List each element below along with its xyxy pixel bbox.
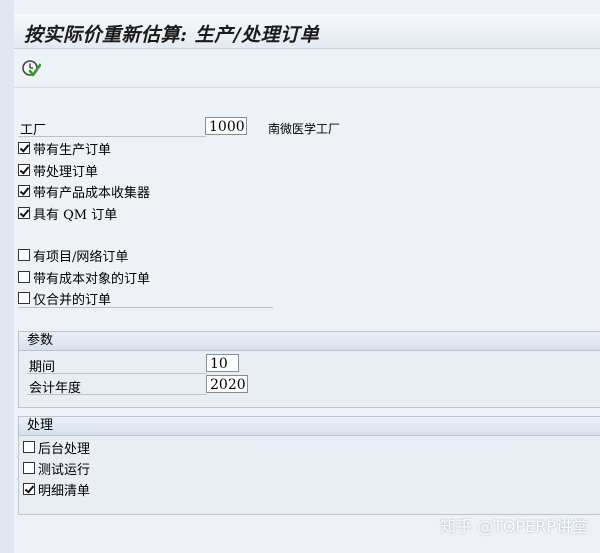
- checkbox-label: 仅合并的订单: [33, 292, 112, 308]
- checkbox-background-processing[interactable]: 后台处理: [23, 438, 91, 457]
- checkbox-icon[interactable]: [18, 142, 30, 154]
- checkbox-icon[interactable]: [18, 271, 30, 283]
- parameters-group-title: 参数: [19, 332, 600, 351]
- checkbox-icon[interactable]: [23, 441, 35, 453]
- watermark: 知乎 @TOPERP讲堂: [440, 517, 588, 536]
- checkbox-test-run[interactable]: 测试运行: [23, 459, 91, 478]
- toolbar: [14, 49, 600, 88]
- checkbox-project-network-orders[interactable]: 有项目/网络订单: [18, 246, 129, 265]
- checkbox-label: 带有产品成本收集器: [33, 185, 151, 201]
- checkbox-icon[interactable]: [18, 185, 30, 197]
- checkbox-qm-orders[interactable]: 具有 QM 订单: [18, 204, 118, 223]
- checkbox-icon[interactable]: [18, 292, 30, 304]
- checkbox-label: 带有成本对象的订单: [33, 271, 151, 287]
- fiscal-year-input[interactable]: 2020: [206, 375, 248, 393]
- period-label-line: [27, 373, 207, 374]
- checkbox-label: 有项目/网络订单: [33, 249, 129, 265]
- parameters-group: 参数 期间 10 会计年度 2020: [18, 331, 600, 408]
- plant-label-line: [18, 136, 206, 137]
- fiscal-year-label-line: [27, 394, 207, 395]
- period-input[interactable]: 10: [206, 354, 239, 372]
- checkbox-product-cost-collectors[interactable]: 带有产品成本收集器: [18, 182, 151, 201]
- checkbox-icon[interactable]: [18, 207, 30, 219]
- checkbox-cost-object-orders[interactable]: 带有成本对象的订单: [18, 268, 151, 287]
- plant-input[interactable]: 1000: [205, 117, 247, 135]
- divider: [18, 307, 273, 308]
- processing-group: 处理 后台处理 测试运行 明细清单: [18, 416, 600, 515]
- checkbox-icon[interactable]: [18, 249, 30, 261]
- checkbox-label: 带处理订单: [33, 164, 99, 180]
- checkbox-label: 测试运行: [38, 462, 91, 478]
- checkbox-process-orders[interactable]: 带处理订单: [18, 161, 99, 180]
- checkbox-icon[interactable]: [23, 483, 35, 495]
- processing-group-title: 处理: [19, 417, 600, 436]
- checkbox-merged-orders-only[interactable]: 仅合并的订单: [18, 289, 112, 308]
- checkbox-label: 明细清单: [38, 483, 91, 499]
- selection-screen: 工厂 1000 南微医学工厂 带有生产订单 带处理订单 带有产品成本收集器 具有…: [14, 88, 600, 553]
- checkbox-label: 具有 QM 订单: [33, 207, 118, 223]
- checkbox-icon[interactable]: [23, 462, 35, 474]
- title-bar: 按实际价重新估算: 生产/处理订单: [14, 14, 600, 49]
- app-window: 按实际价重新估算: 生产/处理订单 工厂 1000 南微医学工厂 带有生产订单 …: [14, 0, 600, 553]
- checkbox-icon[interactable]: [18, 164, 30, 176]
- checkbox-detail-list[interactable]: 明细清单: [23, 480, 91, 499]
- checkbox-label: 后台处理: [38, 441, 91, 457]
- execute-clock-check-icon[interactable]: [21, 58, 41, 78]
- checkbox-label: 带有生产订单: [33, 142, 112, 158]
- plant-description: 南微医学工厂: [268, 122, 341, 136]
- checkbox-production-orders[interactable]: 带有生产订单: [18, 139, 112, 158]
- page-title: 按实际价重新估算: 生产/处理订单: [24, 24, 320, 46]
